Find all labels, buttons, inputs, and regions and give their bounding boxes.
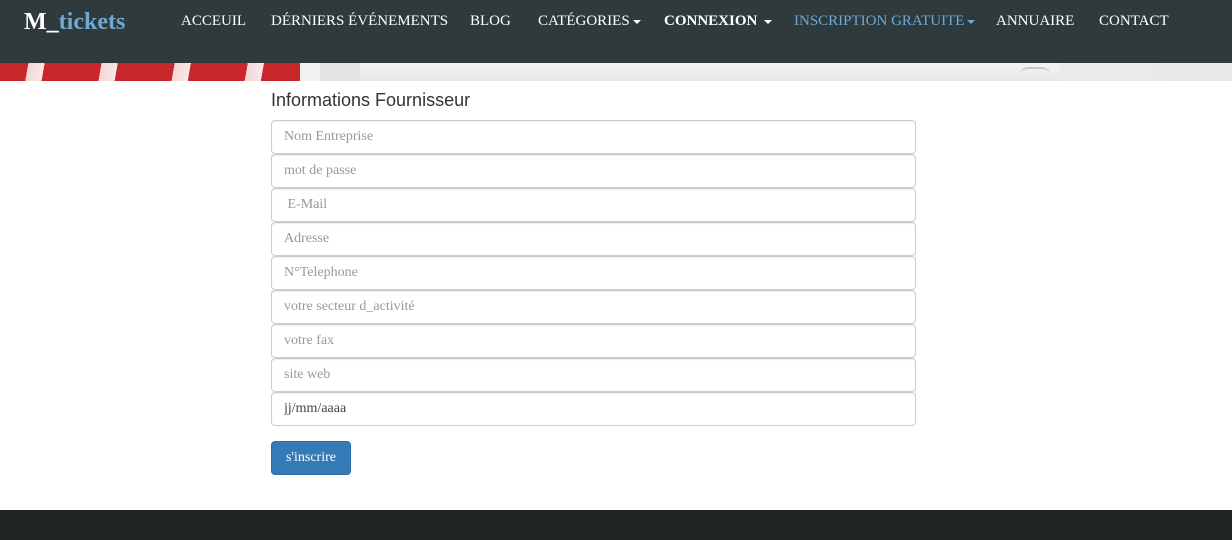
phone-input[interactable] xyxy=(271,256,916,290)
nav-item-label: CONNEXION xyxy=(664,13,758,29)
brand-logo[interactable]: M_tickets xyxy=(24,8,125,36)
nav-item-blog[interactable]: BLOG xyxy=(470,12,511,30)
hero-laptop-edge xyxy=(1020,67,1050,81)
nav-item-label: BLOG xyxy=(470,13,511,29)
nav-item-label: CATÉGORIES xyxy=(538,13,630,29)
fax-input[interactable] xyxy=(271,324,916,358)
nav-item-connexion[interactable]: CONNEXION xyxy=(664,12,773,30)
nav-item-label: CONTACT xyxy=(1099,13,1169,29)
nav-item-label: INSCRIPTION GRATUITE xyxy=(794,13,965,29)
register-button[interactable]: s'inscrire xyxy=(271,441,351,475)
nav-item-derniers-evenements[interactable]: DÉRNIERS ÉVÉNEMENTS xyxy=(271,12,448,30)
hero-red-stripes xyxy=(0,63,300,81)
caret-down-icon xyxy=(632,19,641,24)
top-navbar: M_tickets ACCEUIL DÉRNIERS ÉVÉNEMENTS BL… xyxy=(0,0,1232,63)
form-title: Informations Fournisseur xyxy=(271,90,471,110)
hero-banner-image xyxy=(0,63,1232,81)
date-input[interactable] xyxy=(271,392,916,426)
footer xyxy=(0,510,1232,540)
website-input[interactable] xyxy=(271,358,916,392)
nav-item-label: ANNUAIRE xyxy=(996,13,1075,29)
nav-item-label: DÉRNIERS ÉVÉNEMENTS xyxy=(271,13,449,29)
nav-item-annuaire[interactable]: ANNUAIRE xyxy=(996,12,1074,30)
nav-item-contact[interactable]: CONTACT xyxy=(1099,12,1169,30)
password-input[interactable] xyxy=(271,154,916,188)
caret-down-icon xyxy=(764,19,773,24)
brand-part2: tickets xyxy=(58,9,126,35)
caret-down-icon xyxy=(967,19,976,24)
hero-light-band xyxy=(300,63,320,81)
company-name-input[interactable] xyxy=(271,120,916,154)
brand-part1: M_ xyxy=(24,9,59,35)
email-input[interactable] xyxy=(271,188,916,222)
nav-item-label: ACCEUIL xyxy=(181,13,246,29)
nav-item-categories[interactable]: CATÉGORIES xyxy=(538,12,641,30)
address-input[interactable] xyxy=(271,222,916,256)
nav-item-inscription-gratuite[interactable]: INSCRIPTION GRATUITE xyxy=(794,12,976,30)
nav-item-accueil[interactable]: ACCEUIL xyxy=(181,12,246,30)
sector-input[interactable] xyxy=(271,290,916,324)
hero-laptop xyxy=(360,63,1060,81)
